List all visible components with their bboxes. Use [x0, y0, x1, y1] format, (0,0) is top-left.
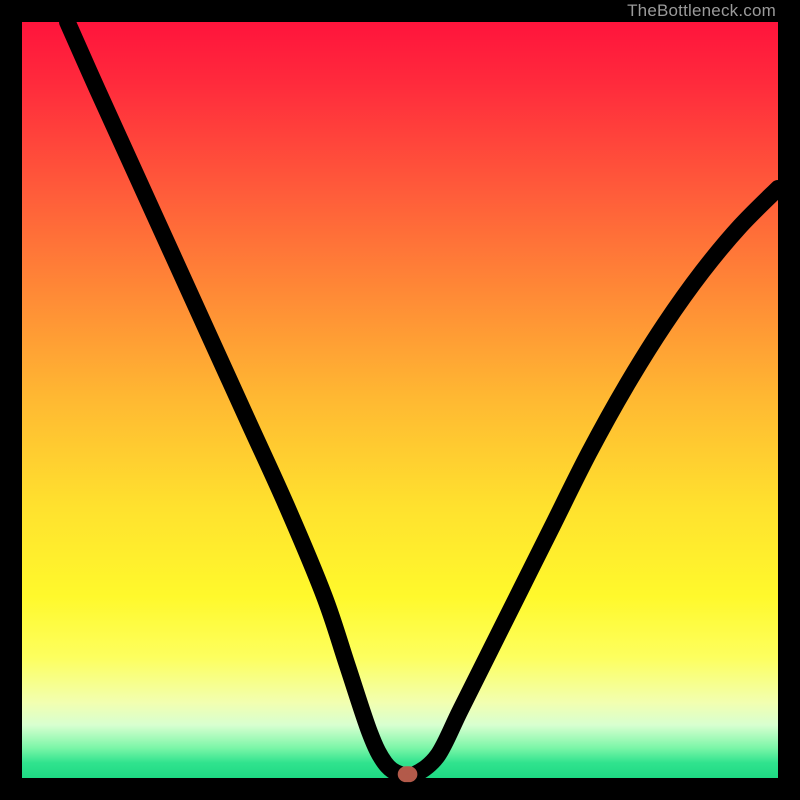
- chart-plot-area: [22, 22, 778, 778]
- bottleneck-curve: [67, 22, 778, 776]
- watermark-text: TheBottleneck.com: [627, 0, 776, 22]
- optimal-point-marker: [402, 770, 414, 778]
- chart-frame: TheBottleneck.com: [0, 0, 800, 800]
